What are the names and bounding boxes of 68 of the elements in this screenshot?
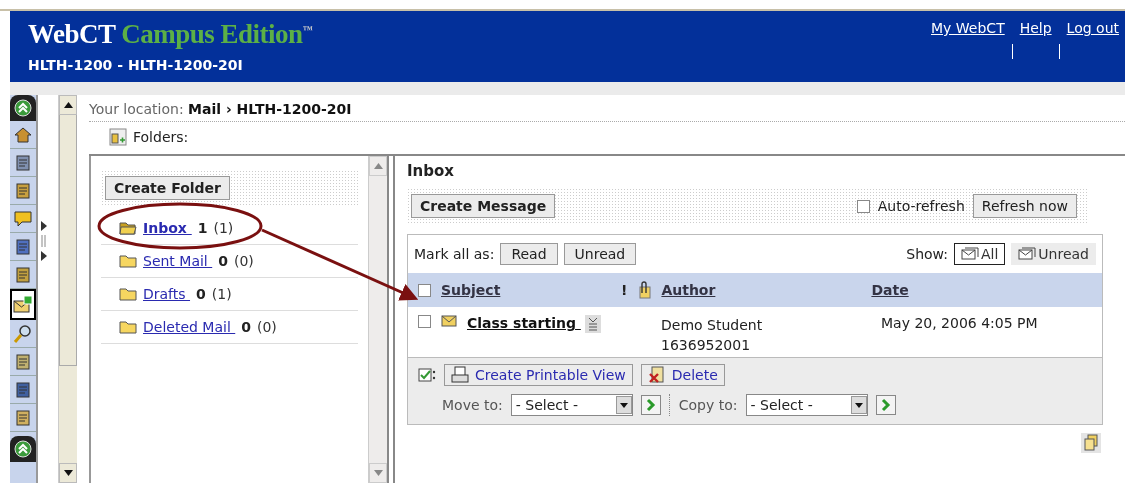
message-date: May 20, 2006 4:05 PM [881, 315, 1038, 331]
mark-button[interactable]: Read [500, 243, 558, 265]
header-link[interactable]: Help [1019, 20, 1052, 82]
printable-view-button[interactable]: Create Printable View [444, 364, 633, 386]
create-folder-button[interactable]: Create Folder [105, 176, 231, 200]
folder-link[interactable]: Deleted Mail [143, 319, 236, 335]
expand-arrow-icon[interactable] [41, 221, 47, 261]
speech-bubble-icon [13, 208, 33, 229]
collapse-icon[interactable] [14, 440, 32, 458]
header-link[interactable]: Log out [1066, 20, 1119, 82]
move-to-select[interactable]: - Select - [510, 394, 633, 416]
mail-icon [13, 294, 33, 315]
author-column-header[interactable]: Author [661, 282, 862, 298]
folder-link[interactable]: Sent Mail [143, 253, 213, 269]
auto-refresh-checkbox[interactable] [856, 199, 870, 213]
copy-icon[interactable] [1081, 433, 1101, 453]
priority-column-header: ! [621, 282, 628, 298]
show-filter-button[interactable]: Unread [1011, 243, 1096, 265]
copy-to-label: Copy to: [678, 397, 738, 413]
unread-count: 0 [241, 319, 251, 335]
create-message-button[interactable]: Create Message [411, 194, 556, 218]
documents-icon [13, 264, 33, 285]
total-count: (0) [257, 319, 277, 335]
subject-column-header[interactable]: Subject [441, 282, 611, 298]
scroll-up-icon[interactable] [63, 102, 73, 108]
author-name: Demo Student [661, 316, 764, 335]
checkmark-icon [418, 368, 436, 382]
pane-title: Inbox [407, 161, 455, 182]
envelope-icon [441, 315, 457, 327]
header-link[interactable]: My WebCT [931, 20, 1005, 82]
tool-button[interactable] [10, 289, 36, 320]
folder-link[interactable]: Inbox [143, 220, 192, 236]
total-count: (1) [211, 286, 232, 302]
search-icon [13, 323, 33, 344]
scrollbar[interactable] [58, 95, 77, 483]
paperclip-icon [637, 281, 652, 299]
total-count: (0) [233, 253, 254, 269]
scroll-down-icon[interactable] [63, 470, 73, 476]
envelopes-icon [961, 247, 979, 261]
copy-to-select[interactable]: - Select - [745, 394, 868, 416]
breadcrumb: Your location: Mail › HLTH-1200-20I [89, 95, 1125, 122]
date-column-header[interactable]: Date [871, 282, 909, 298]
author-number: 1636952001 [661, 336, 752, 355]
refresh-button[interactable]: Refresh now [972, 194, 1077, 218]
show-label: Show: [906, 246, 948, 262]
unread-count: 0 [218, 253, 228, 269]
folders-label: Folders: [133, 129, 189, 145]
delete-button[interactable]: Delete [640, 364, 725, 386]
printer-icon [451, 366, 469, 384]
mark-button[interactable]: Unread [563, 243, 637, 265]
select-all-checkbox[interactable] [418, 283, 431, 297]
message-subject-link[interactable]: Class starting [467, 315, 581, 333]
course-title: HLTH-1200 - HLTH-1200-20I [28, 57, 244, 73]
unread-count: 1 [197, 220, 208, 236]
folder-link[interactable]: Drafts [143, 286, 191, 302]
delete-icon [647, 366, 666, 384]
show-filter-button[interactable]: All [954, 243, 1006, 265]
mark-all-label: Mark all as: [414, 246, 495, 262]
message-checkbox[interactable] [418, 315, 431, 328]
collapse-icon[interactable] [14, 99, 32, 117]
envelopes-icon [1018, 247, 1037, 261]
move-to-label: Move to: [442, 397, 503, 413]
unread-count: 0 [196, 286, 206, 302]
auto-refresh-label: Auto-refresh [877, 198, 965, 214]
logo: WebCT Campus Edition$^{™}$ [28, 19, 313, 50]
folder-tree-icon[interactable] [109, 128, 127, 146]
preview-icon[interactable] [584, 315, 601, 333]
total-count: (1) [213, 220, 234, 236]
